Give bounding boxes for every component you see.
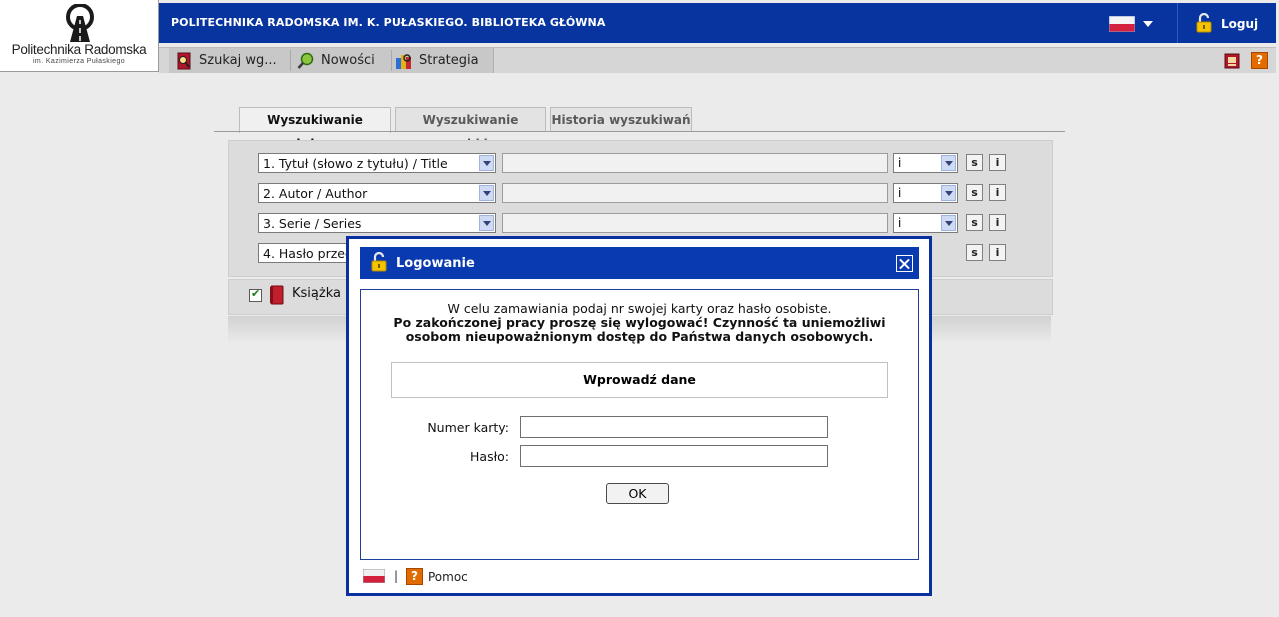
field-select-value: 1. Tytuł (słowo z tytułu) / Title	[263, 156, 448, 171]
library-logo[interactable]: Politechnika Radomska im. Kazimierza Puł…	[0, 0, 159, 72]
chevron-down-icon	[941, 185, 956, 201]
language-switcher[interactable]	[1109, 15, 1157, 33]
menu-label-search-by: Szukaj wg...	[199, 53, 277, 68]
s-button[interactable]: s	[966, 154, 983, 171]
book-icon	[270, 285, 284, 305]
menu-divider	[290, 50, 291, 71]
footer-separator: |	[394, 569, 399, 583]
chevron-down-icon	[479, 155, 494, 171]
ok-button[interactable]: OK	[606, 483, 669, 504]
dialog-title-bar: Logowanie	[360, 247, 919, 279]
dialog-body: W celu zamawiania podaj nr swojej karty …	[360, 289, 919, 560]
logo-road-icon	[66, 4, 94, 42]
top-bar: POLITECHNIKA RADOMSKA IM. K. PUŁASKIEGO.…	[159, 3, 1276, 43]
i-button[interactable]: i	[989, 184, 1006, 201]
close-icon[interactable]	[896, 255, 913, 272]
login-label: Loguj	[1221, 17, 1259, 31]
operator-value: i	[898, 216, 902, 230]
tab-search-history[interactable]: Historia wyszukiwań	[550, 107, 692, 132]
i-button[interactable]: i	[989, 214, 1006, 231]
search-term-input[interactable]	[502, 213, 888, 233]
field-select[interactable]: 2. Autor / Author	[258, 183, 496, 203]
search-term-input[interactable]	[502, 153, 888, 173]
i-button[interactable]: i	[989, 154, 1006, 171]
password-input[interactable]	[520, 445, 828, 467]
s-button[interactable]: s	[966, 214, 983, 231]
menu-items: Szukaj wg... Nowości Strategia	[169, 48, 494, 73]
help-icon[interactable]: ?	[1251, 52, 1268, 69]
news-magnifier-icon	[297, 52, 314, 69]
i-button[interactable]: i	[989, 244, 1006, 261]
search-row: 3. Serie / Series i s i	[229, 213, 1052, 235]
help-icon[interactable]: ?	[406, 568, 423, 585]
logo-name: Politechnika Radomska	[11, 42, 147, 57]
field-select-value: 4. Hasło przed	[263, 246, 353, 261]
enter-data-header: Wprowadź dane	[391, 362, 888, 398]
menu-label-news: Nowości	[321, 53, 375, 68]
operator-select[interactable]: i	[893, 213, 958, 233]
operator-select[interactable]: i	[893, 153, 958, 173]
unlocked-padlock-icon	[371, 252, 387, 272]
field-select-value: 2. Autor / Author	[263, 186, 368, 201]
chevron-down-icon	[479, 185, 494, 201]
menu-divider	[391, 50, 392, 71]
operator-value: i	[898, 156, 902, 170]
field-select[interactable]: 1. Tytuł (słowo z tytułu) / Title	[258, 153, 496, 173]
operator-value: i	[898, 186, 902, 200]
password-label: Hasło:	[470, 449, 509, 464]
s-button[interactable]: s	[966, 184, 983, 201]
card-number-label: Numer karty:	[427, 420, 509, 435]
chevron-down-icon	[941, 155, 956, 171]
operator-select[interactable]: i	[893, 183, 958, 203]
search-by-icon	[177, 52, 191, 70]
login-dialog: Logowanie W celu zamawiania podaj nr swo…	[346, 236, 932, 596]
field-select[interactable]: 3. Serie / Series	[258, 213, 496, 233]
unlocked-padlock-icon	[1196, 13, 1212, 33]
dialog-title: Logowanie	[396, 256, 475, 271]
tab-advanced-search[interactable]: Wyszukiwanie złożone	[239, 107, 391, 151]
card-number-input[interactable]	[520, 416, 828, 438]
search-row: 1. Tytuł (słowo z tytułu) / Title i s i	[229, 153, 1052, 175]
s-button[interactable]: s	[966, 244, 983, 261]
header-divider	[1177, 3, 1178, 43]
search-row: 2. Autor / Author i s i	[229, 183, 1052, 205]
polish-flag-icon[interactable]	[363, 568, 385, 583]
chevron-down-icon	[941, 215, 956, 231]
logout-warning: Po zakończonej pracy proszę się wylogowa…	[393, 315, 886, 344]
basket-icon[interactable]	[1223, 52, 1241, 70]
menu-label-strategy: Strategia	[419, 53, 479, 68]
menu-bar: Szukaj wg... Nowości Strategia ?	[159, 47, 1276, 73]
search-term-input[interactable]	[502, 183, 888, 203]
book-label: Książka	[292, 286, 341, 301]
dialog-footer: | ? Pomoc	[363, 568, 563, 586]
field-select-value: 3. Serie / Series	[263, 216, 362, 231]
page-title: POLITECHNIKA RADOMSKA IM. K. PUŁASKIEGO.…	[171, 16, 606, 29]
info-line: W celu zamawiania podaj nr swojej karty …	[447, 301, 832, 316]
strategy-icon	[396, 54, 411, 69]
chevron-down-icon	[1143, 21, 1153, 27]
chevron-down-icon	[479, 215, 494, 231]
login-info: W celu zamawiania podaj nr swojej karty …	[361, 302, 918, 344]
tab-quick-search[interactable]: Wyszukiwanie szybkie	[395, 107, 546, 151]
tabs-underline	[214, 131, 1065, 132]
help-link[interactable]: Pomoc	[428, 570, 468, 584]
polish-flag-icon	[1109, 16, 1135, 32]
book-checkbox[interactable]	[249, 287, 262, 302]
logo-subtitle: im. Kazimierza Pułaskiego	[32, 58, 126, 65]
